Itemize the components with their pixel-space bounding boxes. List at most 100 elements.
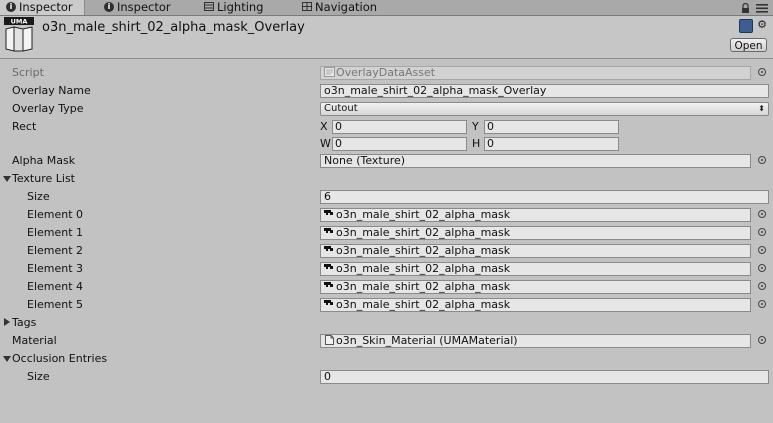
element-label: Element 2	[27, 244, 84, 257]
element-label: Element 0	[27, 208, 84, 221]
foldout-expanded-icon[interactable]	[3, 176, 11, 182]
tab-inspector-2[interactable]: i Inspector	[98, 0, 171, 15]
object-picker-icon[interactable]	[758, 228, 766, 236]
rect-h-label: H	[472, 137, 481, 150]
texture-icon	[324, 246, 333, 251]
gear-icon[interactable]: ⚙	[755, 18, 769, 32]
alpha-mask-row: Alpha Mask None (Texture)	[0, 152, 773, 170]
texture-value: o3n_male_shirt_02_alpha_mask	[336, 298, 511, 311]
overlay-type-row: Overlay Type Cutout ⬍	[0, 100, 773, 118]
overlay-type-label: Overlay Type	[12, 102, 84, 115]
texture-value: o3n_male_shirt_02_alpha_mask	[336, 208, 511, 221]
texture-object-field[interactable]: o3n_male_shirt_02_alpha_mask	[320, 244, 751, 258]
texture-value: o3n_male_shirt_02_alpha_mask	[336, 244, 511, 257]
element-label: Element 5	[27, 298, 84, 311]
material-row: Material o3n_Skin_Material (UMAMaterial)	[0, 332, 773, 350]
script-label: Script	[12, 66, 44, 79]
tab-navigation[interactable]: Navigation	[296, 0, 377, 15]
tab-label: Lighting	[217, 0, 264, 14]
script-row: Script OverlayDataAsset	[0, 64, 773, 82]
alpha-mask-field[interactable]: None (Texture)	[320, 154, 751, 168]
element-label: Element 4	[27, 280, 84, 293]
info-icon: i	[104, 1, 114, 12]
object-picker-icon[interactable]	[758, 264, 766, 272]
material-object-field[interactable]: o3n_Skin_Material (UMAMaterial)	[320, 334, 751, 348]
rect-x-label: X	[320, 120, 328, 133]
element-label: Element 1	[27, 226, 84, 239]
overlay-name-row: Overlay Name o3n_male_shirt_02_alpha_mas…	[0, 82, 773, 100]
texture-list-row[interactable]: Texture List	[0, 170, 773, 188]
texture-value: o3n_male_shirt_02_alpha_mask	[336, 262, 511, 275]
rect-w-field[interactable]: 0	[332, 137, 467, 151]
material-value: o3n_Skin_Material (UMAMaterial)	[336, 334, 518, 347]
texture-icon	[324, 228, 333, 233]
tab-inspector-1[interactable]: i Inspector	[0, 0, 85, 15]
tab-label: Inspector	[117, 0, 171, 14]
tags-label: Tags	[12, 316, 37, 329]
object-picker-icon[interactable]	[758, 336, 766, 344]
texture-icon	[324, 282, 333, 287]
texture-element-row: Element 4 o3n_male_shirt_02_alpha_mask	[0, 278, 773, 296]
texture-value: o3n_male_shirt_02_alpha_mask	[336, 226, 511, 239]
texture-object-field[interactable]: o3n_male_shirt_02_alpha_mask	[320, 208, 751, 222]
texture-element-row: Element 5 o3n_male_shirt_02_alpha_mask	[0, 296, 773, 314]
rect-y-field[interactable]: 0	[484, 120, 619, 134]
rect-x-field[interactable]: 0	[332, 120, 467, 134]
texture-icon	[324, 210, 333, 215]
open-button[interactable]: Open	[730, 38, 767, 52]
texture-object-field[interactable]: o3n_male_shirt_02_alpha_mask	[320, 226, 751, 240]
object-picker-icon[interactable]	[758, 246, 766, 254]
material-label: Material	[12, 334, 57, 347]
occlusion-size-field[interactable]: 0	[320, 370, 769, 384]
menu-icon[interactable]	[756, 4, 768, 13]
tab-bar: i Inspector i Inspector Lighting Navigatio…	[0, 0, 773, 16]
occlusion-entries-label: Occlusion Entries	[12, 352, 108, 365]
overlay-type-value: Cutout	[324, 103, 358, 114]
tags-row[interactable]: Tags	[0, 314, 773, 332]
info-icon: i	[6, 1, 16, 12]
texture-element-row: Element 0 o3n_male_shirt_02_alpha_mask	[0, 206, 773, 224]
texture-object-field[interactable]: o3n_male_shirt_02_alpha_mask	[320, 262, 751, 276]
asset-title: o3n_male_shirt_02_alpha_mask_Overlay	[42, 20, 305, 35]
rect-row: Rect X 0 Y 0 W 0 H 0	[0, 118, 773, 154]
texture-object-field[interactable]: o3n_male_shirt_02_alpha_mask	[320, 298, 751, 312]
texture-element-row: Element 2 o3n_male_shirt_02_alpha_mask	[0, 242, 773, 260]
object-picker-icon[interactable]	[758, 68, 766, 76]
occlusion-entries-row[interactable]: Occlusion Entries	[0, 350, 773, 368]
help-icon[interactable]	[739, 19, 753, 33]
occlusion-size-label: Size	[27, 370, 50, 383]
overlay-type-dropdown[interactable]: Cutout ⬍	[320, 102, 769, 116]
rect-w-label: W	[320, 137, 331, 150]
texture-value: o3n_male_shirt_02_alpha_mask	[336, 280, 511, 293]
object-picker-icon[interactable]	[758, 156, 766, 164]
object-picker-icon[interactable]	[758, 210, 766, 218]
texture-object-field[interactable]: o3n_male_shirt_02_alpha_mask	[320, 280, 751, 294]
inspector-header: UMA o3n_male_shirt_02_alpha_mask_Overlay…	[0, 16, 773, 59]
dropdown-arrows-icon: ⬍	[758, 104, 765, 113]
foldout-expanded-icon[interactable]	[3, 356, 11, 362]
uma-asset-icon: UMA	[4, 17, 34, 52]
script-asset-icon	[324, 67, 335, 77]
texture-icon	[324, 300, 333, 305]
texture-list-size-label: Size	[27, 190, 50, 203]
script-value: OverlayDataAsset	[336, 66, 436, 79]
lighting-icon	[204, 2, 214, 11]
navigation-icon	[302, 2, 312, 11]
texture-element-row: Element 3 o3n_male_shirt_02_alpha_mask	[0, 260, 773, 278]
alpha-mask-label: Alpha Mask	[12, 154, 76, 167]
rect-label: Rect	[12, 120, 37, 133]
script-field: OverlayDataAsset	[320, 66, 751, 80]
overlay-name-field[interactable]: o3n_male_shirt_02_alpha_mask_Overlay	[320, 84, 769, 98]
tab-lighting[interactable]: Lighting	[198, 0, 263, 15]
rect-h-field[interactable]: 0	[484, 137, 619, 151]
texture-list-size-field[interactable]: 6	[320, 190, 769, 204]
lock-icon[interactable]	[741, 3, 750, 13]
foldout-collapsed-icon[interactable]	[4, 318, 10, 326]
element-label: Element 3	[27, 262, 84, 275]
texture-element-row: Element 1 o3n_male_shirt_02_alpha_mask	[0, 224, 773, 242]
object-picker-icon[interactable]	[758, 300, 766, 308]
overlay-name-label: Overlay Name	[12, 84, 91, 97]
material-asset-icon	[325, 335, 334, 345]
object-picker-icon[interactable]	[758, 282, 766, 290]
texture-icon	[324, 264, 333, 269]
